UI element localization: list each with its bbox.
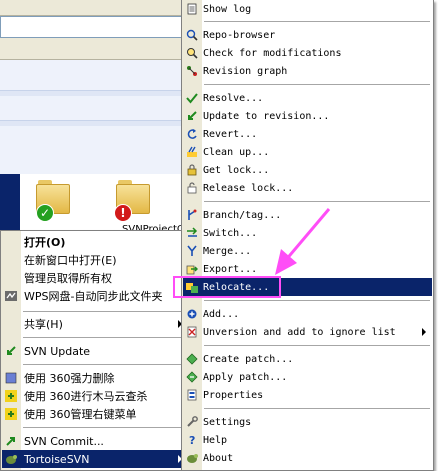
menu-item-tortoisesvn[interactable]: TortoiseSVN [2, 450, 188, 468]
explorer-toolbar [0, 38, 190, 60]
resolve-icon [183, 89, 201, 107]
log-icon [183, 0, 201, 18]
menu-item-show-log[interactable]: Show log [183, 0, 432, 18]
menu-item-release-lock[interactable]: Release lock... [183, 179, 432, 197]
menu-item-update-to-revision[interactable]: Update to revision... [183, 107, 432, 125]
360-scan-icon [2, 387, 20, 405]
task-pane [0, 60, 190, 174]
menu-item-svn-commit[interactable]: SVN Commit... [2, 432, 188, 450]
folder-icon[interactable]: ✓ [36, 180, 70, 222]
menu-item-revision-graph[interactable]: Revision graph [183, 62, 432, 80]
menu-item-apply-patch[interactable]: Apply patch... [183, 368, 432, 386]
menu-item-resolve[interactable]: Resolve... [183, 89, 432, 107]
menu-item-help[interactable]: ? Help [183, 431, 432, 449]
menu-item-revert[interactable]: Revert... [183, 125, 432, 143]
menu-item-360-menu[interactable]: 使用 360管理右键菜单 [2, 405, 188, 423]
menu-item-about[interactable]: About [183, 449, 432, 467]
folder-icon[interactable]: ! [114, 180, 150, 222]
menu-item-open-new-window[interactable]: 在新窗口中打开(E) [2, 251, 188, 269]
menu-item-get-lock[interactable]: Get lock... [183, 161, 432, 179]
properties-icon [183, 386, 201, 404]
branch-icon [183, 206, 201, 224]
help-icon: ? [183, 431, 201, 449]
settings-icon [183, 413, 201, 431]
menu-item-create-patch[interactable]: Create patch... [183, 350, 432, 368]
address-bar[interactable] [0, 16, 190, 38]
explorer-menubar [0, 0, 190, 16]
menu-item-clean-up[interactable]: Clean up... [183, 143, 432, 161]
svn-commit-icon [2, 432, 20, 450]
repo-browser-icon [183, 26, 201, 44]
unlock-icon [183, 179, 201, 197]
menu-item-open[interactable]: 打开(O) [2, 233, 188, 251]
switch-icon [183, 224, 201, 242]
annotation-arrow-icon [275, 208, 331, 275]
menu-item-settings[interactable]: Settings [183, 413, 432, 431]
menu-item-repo-browser[interactable]: Repo-browser [183, 26, 432, 44]
merge-icon [183, 242, 201, 260]
menu-item-wps-sync[interactable]: WPS网盘-自动同步此文件夹 [2, 287, 188, 305]
360-menu-icon [2, 405, 20, 423]
revision-graph-icon [183, 62, 201, 80]
menu-item-check-modifications[interactable]: Check for modifications [183, 44, 432, 62]
lock-icon [183, 161, 201, 179]
svg-text:?: ? [189, 434, 195, 446]
check-modifications-icon [183, 44, 201, 62]
menu-item-share[interactable]: 共享(H) [2, 315, 188, 333]
menu-item-properties[interactable]: Properties [183, 386, 432, 404]
menu-item-360-scan[interactable]: 使用 360进行木马云查杀 [2, 387, 188, 405]
menu-item-svn-update[interactable]: SVN Update [2, 342, 188, 360]
update-revision-icon [183, 107, 201, 125]
submenu-arrow-icon [422, 328, 426, 336]
add-icon [183, 305, 201, 323]
svn-error-overlay-icon: ! [114, 204, 132, 222]
menu-item-360-delete[interactable]: 使用 360强力删除 [2, 369, 188, 387]
tortoise-icon [2, 450, 20, 468]
context-menu: 打开(O) 在新窗口中打开(E) 管理员取得所有权 WPS网盘-自动同步此文件夹… [0, 230, 190, 471]
menu-item-unversion-ignore[interactable]: Unversion and add to ignore list [183, 323, 432, 341]
menu-item-take-ownership[interactable]: 管理员取得所有权 [2, 269, 188, 287]
create-patch-icon [183, 350, 201, 368]
svn-ok-overlay-icon: ✓ [36, 204, 54, 222]
menu-item-add[interactable]: Add... [183, 305, 432, 323]
ignore-icon [183, 323, 201, 341]
cleanup-icon [183, 143, 201, 161]
file-list: ✓ ! SVNProjectC [20, 174, 190, 235]
selected-folder-highlight [0, 174, 20, 234]
revert-icon [183, 125, 201, 143]
svn-update-icon [2, 342, 20, 360]
wps-cloud-icon [2, 287, 20, 305]
about-icon [183, 449, 201, 467]
360-delete-icon [2, 369, 20, 387]
apply-patch-icon [183, 368, 201, 386]
